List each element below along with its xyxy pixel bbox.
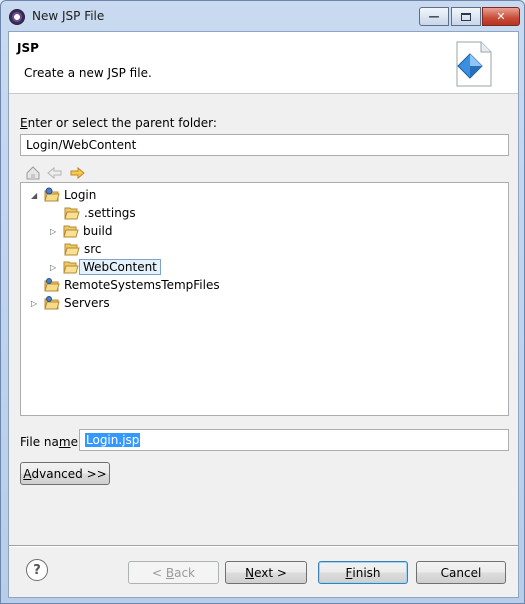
finish-button[interactable]: Finish: [318, 561, 408, 584]
tree-item-label: build: [83, 224, 113, 238]
back-label: ack: [174, 565, 195, 580]
tree-item-label-selected: WebContent: [79, 259, 161, 275]
expand-triangle-icon[interactable]: ▷: [50, 263, 59, 272]
tree-item-servers[interactable]: ▷ Servers: [31, 294, 110, 312]
advanced-label: dvanced >>: [31, 466, 107, 481]
forward-arrow-icon[interactable]: [69, 165, 85, 181]
mnemonic-a: A: [23, 466, 32, 481]
back-prefix: <: [151, 565, 166, 580]
collapse-triangle-icon[interactable]: ◢: [31, 191, 40, 200]
cancel-button[interactable]: Cancel: [416, 561, 506, 584]
close-button[interactable]: ✕: [482, 7, 520, 26]
folder-open-icon: [64, 243, 80, 256]
tree-item-remotesystemstempfiles[interactable]: RemoteSystemsTempFiles: [44, 276, 220, 294]
project-icon: [44, 187, 60, 203]
expand-triangle-icon[interactable]: ▷: [31, 299, 40, 308]
project-icon: [44, 277, 60, 293]
jsp-file-icon: [456, 41, 492, 87]
file-name-field[interactable]: Login.jsp: [79, 429, 509, 451]
tree-item-label: RemoteSystemsTempFiles: [64, 278, 220, 292]
maximize-button[interactable]: [451, 7, 481, 26]
tree-item-settings[interactable]: .settings: [64, 204, 136, 222]
tree-item-build[interactable]: ▷ build: [50, 222, 113, 240]
dialog-client-area: JSP Create a new JSP file. Enter or sele…: [8, 31, 519, 598]
wizard-title: JSP: [17, 41, 39, 55]
tree-item-src[interactable]: src: [64, 240, 102, 258]
mnemonic-f: F: [345, 565, 353, 580]
wizard-description: Create a new JSP file.: [24, 66, 152, 80]
mnemonic-b: B: [165, 565, 175, 580]
parent-folder-label-text: nter or select the parent folder:: [27, 116, 217, 130]
folder-open-icon: [63, 225, 79, 238]
folder-open-icon: [63, 261, 79, 274]
mnemonic-e: E: [20, 116, 28, 130]
tree-item-label: Servers: [64, 296, 110, 310]
tree-item-webcontent[interactable]: ▷ WebContent: [50, 258, 161, 276]
close-icon: ✕: [496, 10, 506, 23]
window-title: New JSP File: [32, 9, 105, 23]
project-icon: [44, 295, 60, 311]
mnemonic-n: N: [245, 565, 255, 580]
minimize-button[interactable]: —: [419, 7, 449, 26]
button-bar-separator: [9, 545, 518, 547]
eclipse-icon: [9, 9, 25, 25]
file-name-value-selected: Login.jsp: [85, 433, 141, 447]
file-name-label: File name:: [20, 435, 82, 449]
mnemonic-m: m: [58, 435, 71, 449]
tree-item-label: .settings: [84, 206, 136, 220]
folder-open-icon: [64, 207, 80, 220]
back-button[interactable]: < Back: [128, 561, 219, 584]
tree-nav-toolbar: [25, 165, 85, 181]
wizard-header: JSP Create a new JSP file.: [9, 32, 518, 94]
help-icon[interactable]: ?: [26, 559, 48, 581]
parent-folder-field[interactable]: Login/WebContent: [20, 134, 509, 156]
maximize-icon: [461, 12, 471, 21]
finish-label: inish: [352, 565, 381, 580]
next-button[interactable]: Next >: [225, 561, 307, 584]
minimize-icon: —: [428, 10, 440, 23]
expand-triangle-icon[interactable]: ▷: [50, 227, 59, 236]
parent-folder-label: Enter or select the parent folder:: [20, 116, 217, 130]
tree-item-label: src: [84, 242, 102, 256]
advanced-button[interactable]: Advanced >>: [20, 462, 110, 485]
next-label: ext >: [254, 565, 287, 580]
file-name-label-prefix: File na: [20, 435, 59, 449]
tree-item-login[interactable]: ◢ Login: [31, 186, 96, 204]
back-arrow-icon[interactable]: [47, 165, 63, 181]
home-icon[interactable]: [25, 165, 41, 181]
folder-tree[interactable]: ◢ Login .settings ▷ build src ▷ WebConte…: [20, 182, 509, 416]
tree-item-label: Login: [64, 188, 97, 202]
title-bar[interactable]: New JSP File — ✕: [1, 1, 524, 31]
dialog-window: New JSP File — ✕ JSP Create a new JSP fi…: [0, 0, 525, 604]
